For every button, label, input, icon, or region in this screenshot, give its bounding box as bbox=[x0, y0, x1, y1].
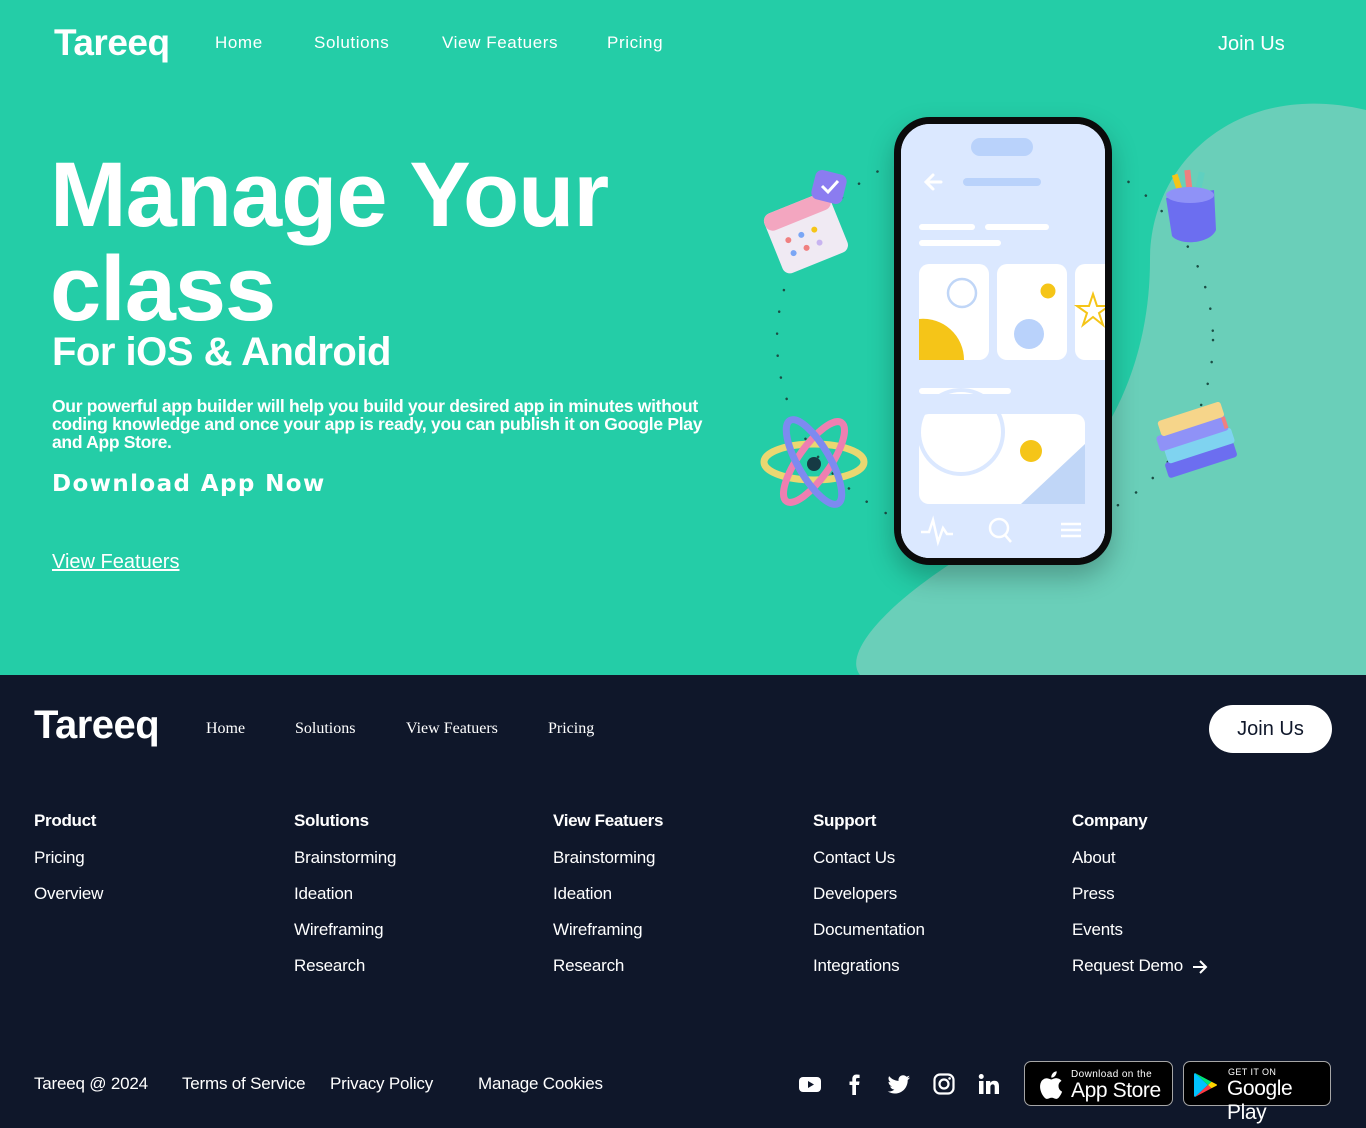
twitter-icon[interactable] bbox=[887, 1072, 911, 1096]
calendar-illustration bbox=[763, 170, 848, 274]
footer-link-overview[interactable]: Overview bbox=[34, 884, 274, 903]
column-title: Solutions bbox=[294, 811, 369, 830]
google-play-big-text: Google Play bbox=[1227, 1077, 1293, 1124]
terms-of-service-link[interactable]: Terms of Service bbox=[182, 1074, 306, 1094]
footer-nav-home[interactable]: Home bbox=[206, 720, 245, 738]
atom-rings-illustration bbox=[760, 416, 868, 508]
app-store-big-text: App Store bbox=[1071, 1079, 1161, 1102]
column-title: Product bbox=[34, 811, 97, 830]
footer-link-events[interactable]: Events bbox=[1072, 920, 1312, 939]
nav-solutions[interactable]: Solutions bbox=[314, 33, 389, 53]
google-play-badge[interactable]: GET IT ON Google Play bbox=[1183, 1061, 1331, 1124]
footer-nav-pricing[interactable]: Pricing bbox=[548, 720, 594, 738]
hero-section: Tareeq Home Solutions View Featuers Pric… bbox=[0, 0, 1366, 675]
footer-link-ideation[interactable]: Ideation bbox=[294, 884, 534, 903]
join-us-link[interactable]: Join Us bbox=[1218, 33, 1285, 56]
footer-nav-view-features[interactable]: View Featuers bbox=[406, 720, 498, 738]
nav-home[interactable]: Home bbox=[215, 33, 263, 53]
download-app-button[interactable]: Download App Now bbox=[52, 471, 326, 497]
footer-logo[interactable]: Tareeq bbox=[34, 703, 160, 748]
app-store-badge[interactable]: Download on the App Store bbox=[1024, 1061, 1173, 1106]
footer-link-wireframing[interactable]: Wireframing bbox=[553, 920, 793, 939]
footer-nav-solutions[interactable]: Solutions bbox=[295, 720, 355, 738]
footer-link-developers[interactable]: Developers bbox=[813, 884, 1053, 903]
footer-column-support: Support Contact Us Developers Documentat… bbox=[813, 811, 1053, 992]
view-features-link[interactable]: View Featuers bbox=[52, 551, 179, 574]
apple-icon bbox=[1040, 1071, 1063, 1099]
footer-link-contact-us[interactable]: Contact Us bbox=[813, 848, 1053, 867]
pencil-cup-illustration bbox=[1166, 169, 1216, 243]
footer-link-documentation[interactable]: Documentation bbox=[813, 920, 1053, 939]
brand-logo[interactable]: Tareeq bbox=[54, 22, 170, 64]
phone-screen-illustration bbox=[901, 124, 1105, 558]
footer-link-press[interactable]: Press bbox=[1072, 884, 1312, 903]
footer-link-ideation[interactable]: Ideation bbox=[553, 884, 793, 903]
nav-view-features[interactable]: View Featuers bbox=[442, 33, 558, 53]
youtube-icon[interactable] bbox=[798, 1072, 822, 1096]
arrow-right-icon bbox=[1192, 959, 1207, 974]
hero-subtitle: For iOS & Android bbox=[52, 330, 391, 374]
linkedin-icon[interactable] bbox=[977, 1072, 1001, 1096]
books-stack-illustration bbox=[1156, 402, 1237, 478]
footer-column-company: Company About Press Events Request Demo bbox=[1072, 811, 1312, 992]
request-demo-link[interactable]: Request Demo bbox=[1072, 956, 1312, 975]
footer-link-research[interactable]: Research bbox=[294, 956, 534, 975]
instagram-icon[interactable] bbox=[932, 1072, 956, 1096]
footer-column-product: Product Pricing Overview bbox=[34, 811, 274, 920]
manage-cookies-link[interactable]: Manage Cookies bbox=[478, 1074, 603, 1094]
column-title: Company bbox=[1072, 811, 1148, 830]
footer-column-view-features: View Featuers Brainstorming Ideation Wir… bbox=[553, 811, 793, 992]
hero-title-line-1: Manage Your bbox=[50, 144, 609, 246]
footer-link-brainstorming[interactable]: Brainstorming bbox=[294, 848, 534, 867]
phone-mockup bbox=[894, 117, 1112, 565]
nav-pricing[interactable]: Pricing bbox=[607, 33, 663, 53]
footer-link-about[interactable]: About bbox=[1072, 848, 1312, 867]
google-play-small-text: GET IT ON bbox=[1228, 1067, 1277, 1077]
column-title: Support bbox=[813, 811, 877, 830]
footer-link-research[interactable]: Research bbox=[553, 956, 793, 975]
hero-title-line-2: class bbox=[50, 238, 276, 340]
request-demo-label: Request Demo bbox=[1072, 956, 1183, 975]
hero-description: Our powerful app builder will help you b… bbox=[52, 396, 703, 452]
copyright-text: Tareeq @ 2024 bbox=[34, 1074, 148, 1093]
footer-link-wireframing[interactable]: Wireframing bbox=[294, 920, 534, 939]
footer-link-integrations[interactable]: Integrations bbox=[813, 956, 1053, 975]
hero-title: Manage Your class bbox=[50, 148, 730, 336]
footer-column-solutions: Solutions Brainstorming Ideation Wirefra… bbox=[294, 811, 534, 992]
facebook-icon[interactable] bbox=[842, 1072, 866, 1096]
footer-join-us-button[interactable]: Join Us bbox=[1209, 705, 1332, 753]
column-title: View Featuers bbox=[553, 811, 664, 830]
footer-link-pricing[interactable]: Pricing bbox=[34, 848, 274, 867]
google-play-icon bbox=[1194, 1073, 1218, 1097]
privacy-policy-link[interactable]: Privacy Policy bbox=[330, 1074, 433, 1094]
footer-link-brainstorming[interactable]: Brainstorming bbox=[553, 848, 793, 867]
